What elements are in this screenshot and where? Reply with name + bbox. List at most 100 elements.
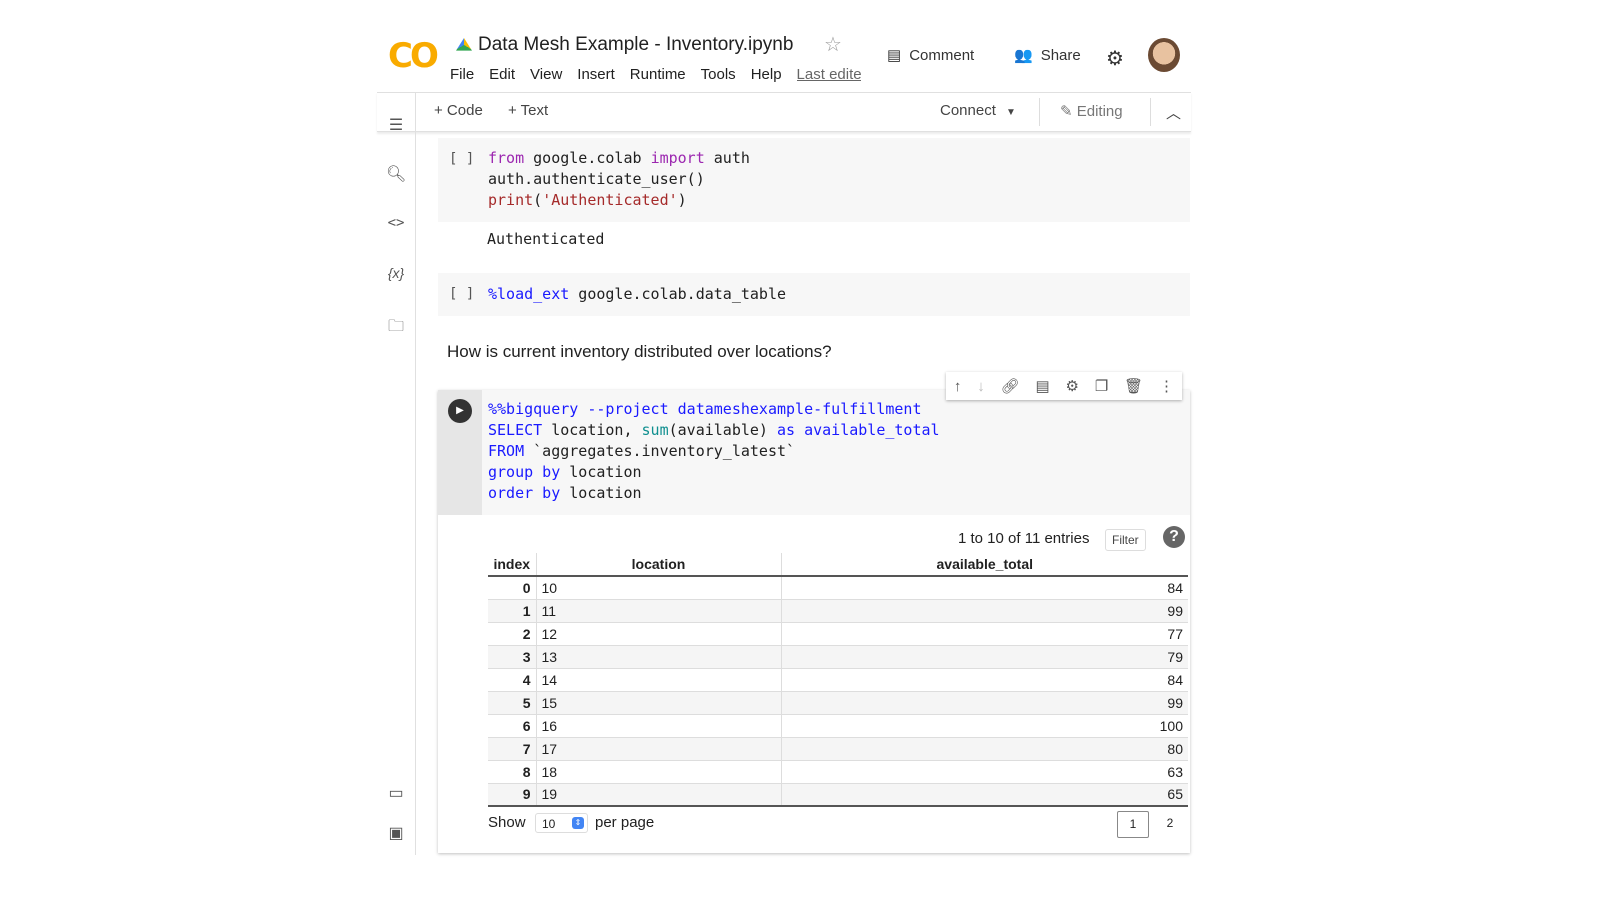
share-button[interactable]: 👥 Share	[1014, 46, 1081, 65]
mirror-cell-icon[interactable]: ❐	[1095, 377, 1108, 395]
search-icon[interactable]: 🔍︎	[386, 164, 406, 184]
location-cell: 15	[536, 690, 782, 714]
index-cell: 0	[488, 575, 537, 599]
location-cell: 17	[536, 736, 782, 760]
per-page-value: 10	[542, 817, 556, 831]
colab-logo[interactable]: CO	[388, 36, 439, 76]
title-text[interactable]: Data Mesh Example - Inventory.ipynb	[478, 34, 793, 56]
star-icon[interactable]: ☆	[824, 32, 842, 57]
index-cell: 9	[488, 782, 537, 806]
per-page-select[interactable]: 10 ⇕	[535, 813, 588, 833]
available-total-cell: 79	[781, 644, 1188, 668]
table-row: 2 12 77	[488, 621, 1188, 645]
variables-icon[interactable]: {x}	[386, 265, 406, 281]
menu-file[interactable]: File	[450, 66, 474, 83]
location-cell: 14	[536, 667, 782, 691]
cell-toolbar: ↑ ↓ 🔗︎ ▤ ⚙ ❐ 🗑︎ ⋮	[946, 372, 1182, 400]
menu-runtime[interactable]: Runtime	[630, 66, 686, 83]
menu-help[interactable]: Help	[751, 66, 782, 83]
table-row: 6 16 100	[488, 713, 1188, 737]
code-snippets-icon[interactable]: <>	[386, 215, 406, 231]
run-cell-button[interactable]: [ ]	[449, 286, 474, 302]
move-down-icon[interactable]: ↓	[977, 378, 985, 395]
column-header-index[interactable]: index	[488, 553, 537, 577]
available-total-cell: 100	[781, 713, 1188, 737]
page-button-1[interactable]: 1	[1117, 811, 1149, 838]
divider	[1150, 98, 1151, 126]
page-button-2[interactable]: 2	[1160, 811, 1180, 838]
available-total-cell: 84	[781, 667, 1188, 691]
menu-edit[interactable]: Edit	[489, 66, 515, 83]
comment-icon[interactable]: ▤	[1036, 377, 1050, 395]
play-icon[interactable]: ▶	[448, 399, 472, 423]
index-cell: 2	[488, 621, 537, 645]
folder-icon[interactable]: 🗀	[386, 315, 406, 342]
available-total-cell: 63	[781, 759, 1188, 783]
menu-view[interactable]: View	[530, 66, 562, 83]
table-row: 9 19 65	[488, 782, 1188, 806]
available-total-cell: 65	[781, 782, 1188, 806]
toc-icon[interactable]: ☰	[386, 115, 406, 135]
collapse-header-icon[interactable]: ︿	[1166, 102, 1181, 123]
more-icon[interactable]: ⋮	[1159, 377, 1174, 395]
delete-icon[interactable]: 🗑︎	[1124, 377, 1143, 395]
settings-icon[interactable]: ⚙	[1106, 46, 1124, 71]
code-editor[interactable]: %load_ext google.colab.data_table	[488, 284, 786, 305]
settings-icon[interactable]: ⚙	[1066, 377, 1079, 395]
location-cell: 12	[536, 621, 782, 645]
available-total-cell: 80	[781, 736, 1188, 760]
editing-button[interactable]: ✎ Editing	[1060, 102, 1123, 120]
last-edited-link[interactable]: Last edited	[797, 66, 861, 83]
show-label: Show	[488, 814, 526, 831]
code-editor[interactable]: from google.colab import auth auth.authe…	[488, 148, 750, 211]
command-palette-icon[interactable]: ▭	[386, 783, 406, 803]
table-row: 7 17 80	[488, 736, 1188, 760]
comment-icon: ▤	[887, 47, 902, 64]
help-icon[interactable]: ?	[1163, 526, 1185, 548]
table-row: 0 10 84	[488, 575, 1188, 599]
menu-tools[interactable]: Tools	[701, 66, 736, 83]
drive-icon	[456, 38, 472, 51]
column-header-available-total[interactable]: available_total	[781, 553, 1188, 577]
connect-button[interactable]: Connect ▼	[940, 102, 1016, 119]
location-cell: 18	[536, 759, 782, 783]
filter-button[interactable]: Filter	[1105, 529, 1146, 551]
table-row: 8 18 63	[488, 759, 1188, 783]
terminal-icon[interactable]: ▣	[386, 823, 406, 843]
code-editor[interactable]: %%bigquery --project datameshexample-ful…	[488, 399, 940, 504]
index-cell: 5	[488, 690, 537, 714]
table-row: 5 15 99	[488, 690, 1188, 714]
index-cell: 8	[488, 759, 537, 783]
table-row: 1 11 99	[488, 598, 1188, 622]
location-cell: 13	[536, 644, 782, 668]
connect-label: Connect	[940, 102, 996, 119]
run-cell-button[interactable]: [ ]	[449, 151, 474, 167]
link-icon[interactable]: 🔗︎	[1001, 377, 1020, 395]
people-icon: 👥	[1014, 47, 1033, 64]
data-table: index location available_total 0 10 84 1 11 9…	[488, 553, 1188, 807]
menu-insert[interactable]: Insert	[577, 66, 615, 83]
notebook-title[interactable]: Data Mesh Example - Inventory.ipynb	[456, 34, 793, 56]
location-cell: 19	[536, 782, 782, 806]
text-cell[interactable]: How is current inventory distributed ove…	[447, 342, 832, 362]
add-code-button[interactable]: + Code	[434, 102, 483, 119]
index-cell: 1	[488, 598, 537, 622]
location-cell: 16	[536, 713, 782, 737]
avatar[interactable]	[1148, 38, 1180, 72]
location-cell: 11	[536, 598, 782, 622]
caret-down-icon: ▼	[1006, 107, 1016, 118]
add-text-button[interactable]: + Text	[508, 102, 548, 119]
column-header-location[interactable]: location	[536, 553, 782, 577]
index-cell: 7	[488, 736, 537, 760]
menu-bar: File Edit View Insert Runtime Tools Help Last e…	[450, 66, 861, 83]
cell-output: Authenticated	[487, 230, 605, 248]
index-cell: 3	[488, 644, 537, 668]
entries-summary: 1 to 10 of 11 entries	[958, 530, 1090, 547]
editing-label: Editing	[1076, 103, 1123, 120]
move-up-icon[interactable]: ↑	[954, 378, 962, 395]
available-total-cell: 99	[781, 690, 1188, 714]
comment-button[interactable]: ▤ Comment	[887, 46, 974, 65]
location-cell: 10	[536, 575, 782, 599]
index-cell: 4	[488, 667, 537, 691]
select-arrows-icon: ⇕	[572, 817, 584, 829]
